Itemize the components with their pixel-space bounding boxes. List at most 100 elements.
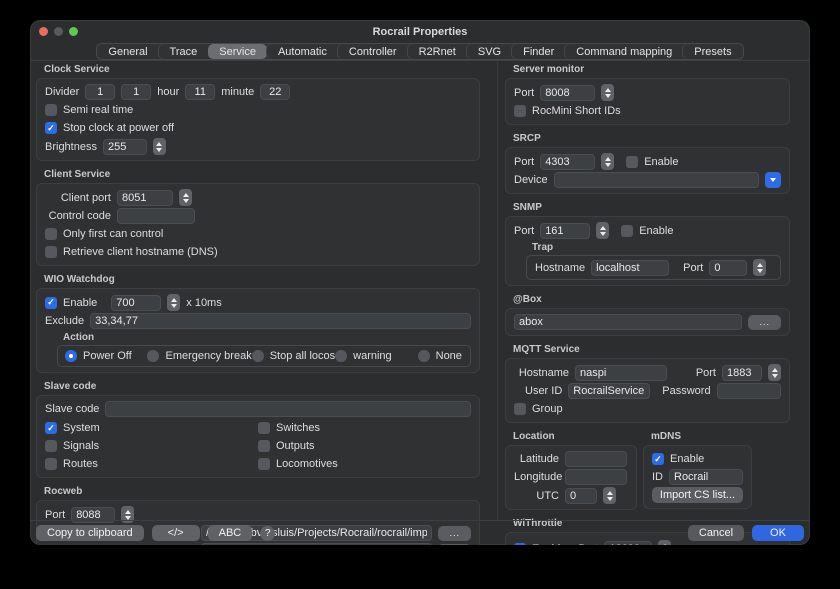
mqtt-userid-row: User ID Password	[514, 383, 781, 399]
mqtt-port-label: Port	[696, 367, 716, 379]
abox-row: ...	[514, 314, 781, 330]
slave-signals-checkbox[interactable]	[45, 440, 57, 452]
server-monitor-port-stepper[interactable]	[601, 84, 614, 101]
abox-browse-button[interactable]: ...	[748, 315, 781, 330]
action-none-option[interactable]: None	[418, 350, 463, 362]
close-window-button[interactable]	[39, 27, 48, 36]
mqtt-group-checkbox[interactable]	[514, 403, 526, 415]
server-monitor-port-field[interactable]	[540, 85, 595, 101]
hour-field[interactable]	[185, 84, 215, 100]
slave-signals-label: Signals	[63, 440, 99, 452]
clock-service-group: Clock Service Divider hour minute Semi r…	[36, 64, 480, 161]
longitude-field[interactable]	[565, 469, 627, 485]
mqtt-port-stepper[interactable]	[768, 364, 781, 381]
mqtt-userid-field[interactable]	[568, 383, 650, 399]
trap-port-stepper[interactable]	[753, 259, 766, 276]
mqtt-port-field[interactable]	[722, 365, 762, 381]
wio-timeout-field[interactable]	[111, 295, 161, 311]
tab-trace[interactable]: Trace	[159, 44, 209, 59]
mdns-enable-checkbox[interactable]	[652, 453, 664, 465]
srcp-title: SRCP	[513, 133, 790, 144]
action-warning-option[interactable]: warning	[335, 350, 417, 362]
action-stop-all-locos-option[interactable]: Stop all locos	[252, 350, 335, 362]
srcp-device-field[interactable]	[554, 172, 759, 188]
slave-locomotives-checkbox[interactable]	[258, 458, 270, 470]
action-emergency-break-option[interactable]: Emergency break	[147, 350, 251, 362]
tab-service[interactable]: Service	[208, 44, 267, 59]
stop-clock-checkbox[interactable]	[45, 122, 57, 134]
snmp-port-field[interactable]	[540, 223, 590, 239]
brightness-label: Brightness	[45, 141, 97, 153]
action-power-off-radio[interactable]	[65, 350, 77, 362]
utc-field[interactable]	[565, 488, 597, 504]
divider-field-1[interactable]	[85, 84, 115, 100]
mdns-enable-label: Enable	[670, 453, 704, 465]
import-cs-list-button[interactable]: Import CS list...	[652, 487, 743, 503]
tab-automatic[interactable]: Automatic	[267, 44, 338, 59]
only-first-checkbox[interactable]	[45, 228, 57, 240]
help-button[interactable]: ?	[260, 526, 275, 541]
srcp-port-field[interactable]	[540, 154, 595, 170]
srcp-enable-checkbox[interactable]	[626, 156, 638, 168]
snmp-enable-checkbox[interactable]	[621, 225, 633, 237]
action-warning-label: warning	[353, 350, 392, 362]
copy-to-clipboard-button[interactable]: Copy to clipboard	[36, 525, 144, 541]
action-warning-radio[interactable]	[335, 350, 347, 362]
control-code-label: Control code	[45, 210, 111, 222]
server-monitor-port-row: Port	[514, 84, 781, 101]
right-column: Server monitor Port RocMini Short IDs SR…	[505, 64, 790, 545]
utc-stepper[interactable]	[603, 487, 616, 504]
minute-field[interactable]	[260, 84, 290, 100]
tab-controller[interactable]: Controller	[338, 44, 408, 59]
mqtt-password-field[interactable]	[717, 383, 781, 399]
slave-routes-checkbox[interactable]	[45, 458, 57, 470]
retrieve-hostname-checkbox[interactable]	[45, 246, 57, 258]
slave-system-row: System	[45, 420, 258, 436]
cancel-button[interactable]: Cancel	[688, 525, 744, 541]
tab-general[interactable]: General	[97, 44, 158, 59]
srcp-port-stepper[interactable]	[601, 153, 614, 170]
semi-real-time-checkbox[interactable]	[45, 104, 57, 116]
brightness-field[interactable]	[103, 139, 147, 155]
rocmini-label: RocMini Short IDs	[532, 105, 621, 117]
wio-enable-checkbox[interactable]	[45, 297, 57, 309]
srcp-device-dropdown-button[interactable]	[765, 172, 781, 188]
mdns-id-field[interactable]	[669, 469, 743, 485]
ok-button[interactable]: OK	[752, 525, 804, 541]
wio-exclude-field[interactable]	[90, 313, 471, 329]
minimize-window-button[interactable]	[54, 27, 63, 36]
control-code-field[interactable]	[117, 208, 195, 224]
mqtt-hostname-field[interactable]	[575, 365, 667, 381]
tab-r2rnet[interactable]: R2Rnet	[408, 44, 467, 59]
left-column: Clock Service Divider hour minute Semi r…	[36, 64, 480, 545]
client-port-stepper[interactable]	[179, 189, 192, 206]
code-view-button[interactable]: </>	[152, 525, 200, 541]
trap-port-field[interactable]	[709, 260, 747, 276]
slave-outputs-checkbox[interactable]	[258, 440, 270, 452]
slave-switches-checkbox[interactable]	[258, 422, 270, 434]
abox-field[interactable]	[514, 314, 742, 330]
slave-system-checkbox[interactable]	[45, 422, 57, 434]
brightness-stepper[interactable]	[153, 138, 166, 155]
action-stop-all-locos-radio[interactable]	[252, 350, 264, 362]
snmp-port-stepper[interactable]	[596, 222, 609, 239]
tab-finder[interactable]: Finder	[512, 44, 565, 59]
tab-command-mapping[interactable]: Command mapping	[565, 44, 683, 59]
slave-code-field[interactable]	[105, 401, 471, 417]
abc-button[interactable]: ABC	[208, 525, 253, 541]
action-none-radio[interactable]	[418, 350, 430, 362]
latitude-field[interactable]	[565, 451, 627, 467]
rocmini-checkbox[interactable]	[514, 105, 526, 117]
rocweb-title: Rocweb	[44, 486, 480, 497]
action-power-off-option[interactable]: Power Off	[65, 350, 147, 362]
zoom-window-button[interactable]	[69, 27, 78, 36]
divider-field-2[interactable]	[121, 84, 151, 100]
wio-timeout-stepper[interactable]	[167, 294, 180, 311]
action-emergency-break-radio[interactable]	[147, 350, 159, 362]
srcp-device-row: Device	[514, 172, 781, 188]
tab-presets[interactable]: Presets	[683, 44, 742, 59]
client-port-field[interactable]	[117, 190, 173, 206]
tab-svg[interactable]: SVG	[467, 44, 512, 59]
mqtt-password-label: Password	[662, 385, 710, 397]
trap-hostname-field[interactable]	[591, 260, 669, 276]
